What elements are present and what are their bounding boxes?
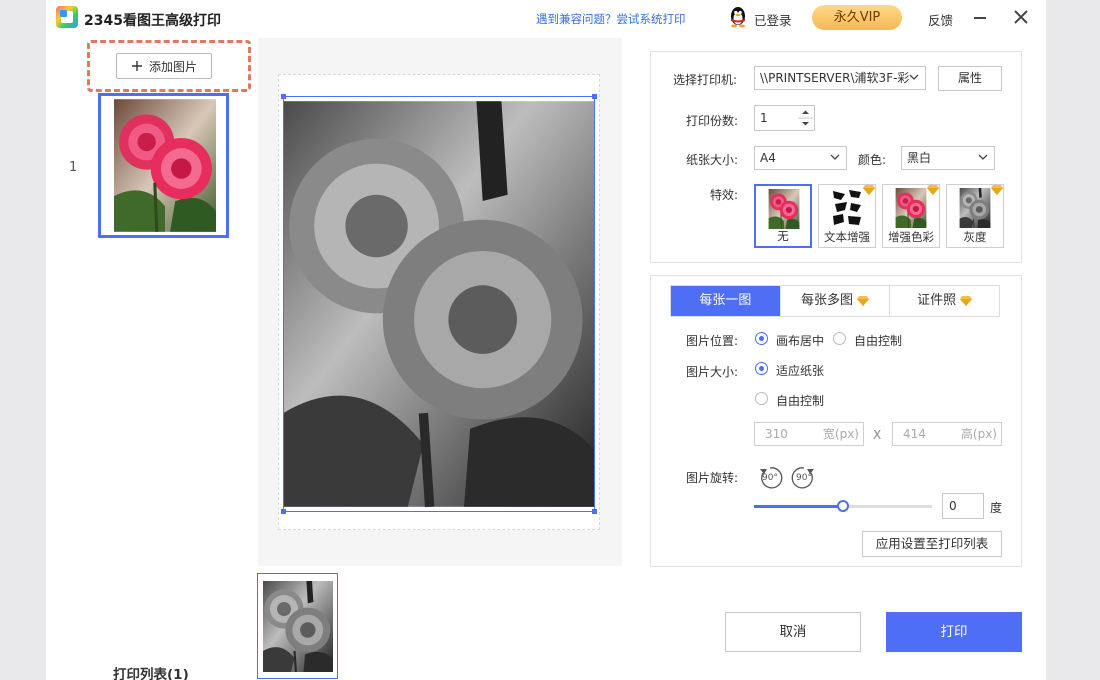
premium-diamond-icon — [927, 185, 939, 195]
paper-size-select[interactable]: A4 — [754, 146, 847, 170]
tab-one-per-page-label: 每张一图 — [699, 293, 752, 308]
app-logo-dot — [60, 10, 67, 17]
copies-label: 打印份数: — [686, 114, 739, 128]
plus-icon — [131, 61, 142, 71]
rotate-left-label: 90° — [762, 473, 778, 483]
premium-diamond-icon — [960, 296, 972, 306]
cancel-button[interactable]: 取消 — [725, 612, 861, 652]
rotation-label: 图片旋转: — [686, 471, 739, 485]
tab-one-per-page[interactable]: 每张一图 — [671, 286, 781, 316]
page-thumbnail-image — [263, 580, 333, 673]
effect-grayscale-preview — [959, 188, 991, 228]
color-mode-select[interactable]: 黑白 — [901, 146, 995, 170]
app-title: 2345看图王高级打印 — [84, 13, 221, 29]
rotation-degree-input[interactable]: 0 — [942, 493, 984, 519]
printer-properties-button[interactable]: 属性 — [938, 66, 1002, 91]
title-bar: 2345看图王高级打印 遇到兼容问题？尝试系统打印 已登录 永久VIP 反馈 — [46, 0, 1046, 36]
color-label: 颜色: — [858, 153, 887, 167]
size-free-radio[interactable] — [755, 392, 768, 405]
image-position-label: 图片位置: — [686, 334, 739, 348]
print-list-label: 打印列表(1) — [113, 667, 189, 680]
copies-input[interactable]: 1 — [754, 105, 799, 131]
premium-diamond-icon — [863, 185, 875, 195]
effect-grayscale[interactable]: 灰度 — [946, 184, 1004, 248]
position-free-label[interactable]: 自由控制 — [854, 332, 902, 349]
position-center-label[interactable]: 画布居中 — [776, 332, 824, 349]
dimension-separator: X — [873, 428, 882, 442]
vip-button[interactable]: 永久VIP — [812, 5, 902, 30]
rotation-slider-knob[interactable] — [837, 500, 849, 512]
layout-tabs: 每张一图 每张多图 证件照 — [670, 285, 1000, 317]
add-image-button[interactable]: 添加图片 — [116, 53, 212, 79]
stepper-arrows-icon — [798, 110, 813, 126]
resize-handle-bl[interactable] — [281, 509, 286, 514]
paper-size-label: 纸张大小: — [686, 153, 739, 167]
apply-to-list-button[interactable]: 应用设置至打印列表 — [862, 531, 1002, 557]
color-mode-value: 黑白 — [907, 151, 932, 165]
effect-color-enhance-label: 增强色彩 — [888, 230, 934, 244]
effect-text-enhance-label: 文本增强 — [824, 230, 870, 244]
effect-text-enhance-preview — [831, 188, 863, 228]
feedback-link[interactable]: 反馈 — [928, 10, 953, 29]
premium-diamond-icon — [857, 296, 869, 306]
rotate-right-button[interactable]: 90° — [791, 465, 817, 491]
degree-unit: 度 — [990, 501, 1003, 515]
system-print-link[interactable]: 遇到兼容问题？尝试系统打印 — [536, 11, 686, 27]
effect-none-preview — [768, 189, 800, 229]
effect-none-label: 无 — [777, 229, 789, 243]
tab-id-photo[interactable]: 证件照 — [890, 286, 999, 316]
effect-none[interactable]: 无 — [754, 184, 812, 248]
resize-handle-br[interactable] — [592, 509, 597, 514]
width-unit: 宽(px) — [822, 427, 859, 441]
printer-value: \\PRINTSERVER\浦软3F-彩 — [760, 71, 910, 85]
close-icon[interactable] — [1012, 8, 1030, 26]
effect-text-enhance[interactable]: 文本增强 — [818, 184, 876, 248]
paper-size-value: A4 — [760, 151, 776, 165]
add-image-label: 添加图片 — [148, 59, 197, 74]
qq-penguin-icon — [731, 7, 745, 28]
image-selection-frame[interactable] — [283, 96, 595, 512]
width-value: 310 — [765, 427, 788, 441]
resize-handle-tl[interactable] — [281, 94, 286, 99]
size-fit-paper-radio[interactable] — [755, 362, 768, 375]
tab-multi-per-page-label: 每张多图 — [801, 293, 854, 308]
minimize-icon[interactable] — [974, 17, 986, 19]
print-window: 2345看图王高级打印 遇到兼容问题？尝试系统打印 已登录 永久VIP 反馈 添… — [46, 0, 1046, 680]
height-unit: 高(px) — [960, 427, 997, 441]
thumb-index: 1 — [69, 160, 78, 175]
size-fit-paper-label[interactable]: 适应纸张 — [776, 362, 824, 379]
height-value: 414 — [903, 427, 926, 441]
login-status[interactable]: 已登录 — [754, 10, 792, 29]
rotate-left-button[interactable]: 90° — [757, 465, 783, 491]
effects-label: 特效: — [710, 188, 739, 202]
image-size-label: 图片大小: — [686, 365, 739, 379]
height-input[interactable]: 414 高(px) — [892, 422, 1002, 446]
layout-settings-panel — [650, 275, 1022, 567]
printer-select[interactable]: \\PRINTSERVER\浦软3F-彩 — [754, 66, 926, 90]
tab-multi-per-page[interactable]: 每张多图 — [781, 286, 891, 316]
resize-handle-tr[interactable] — [592, 94, 597, 99]
effect-color-enhance-preview — [895, 188, 927, 228]
premium-diamond-icon — [991, 185, 1003, 195]
position-center-radio[interactable] — [755, 332, 768, 345]
print-button[interactable]: 打印 — [886, 612, 1022, 652]
chevron-down-icon — [909, 74, 919, 80]
chevron-down-icon — [830, 154, 840, 160]
chevron-down-icon — [978, 154, 988, 160]
effect-grayscale-label: 灰度 — [963, 230, 987, 244]
effect-color-enhance[interactable]: 增强色彩 — [882, 184, 940, 248]
printer-label: 选择打印机: — [673, 73, 738, 87]
size-free-label[interactable]: 自由控制 — [776, 392, 824, 409]
rose-thumbnail-image — [114, 97, 216, 234]
position-free-radio[interactable] — [833, 332, 846, 345]
rotation-slider-fill — [754, 505, 843, 508]
tab-id-photo-label: 证件照 — [917, 293, 957, 308]
width-input[interactable]: 310 宽(px) — [754, 422, 864, 446]
rotate-right-label: 90° — [796, 473, 812, 483]
copies-stepper[interactable] — [798, 105, 815, 131]
